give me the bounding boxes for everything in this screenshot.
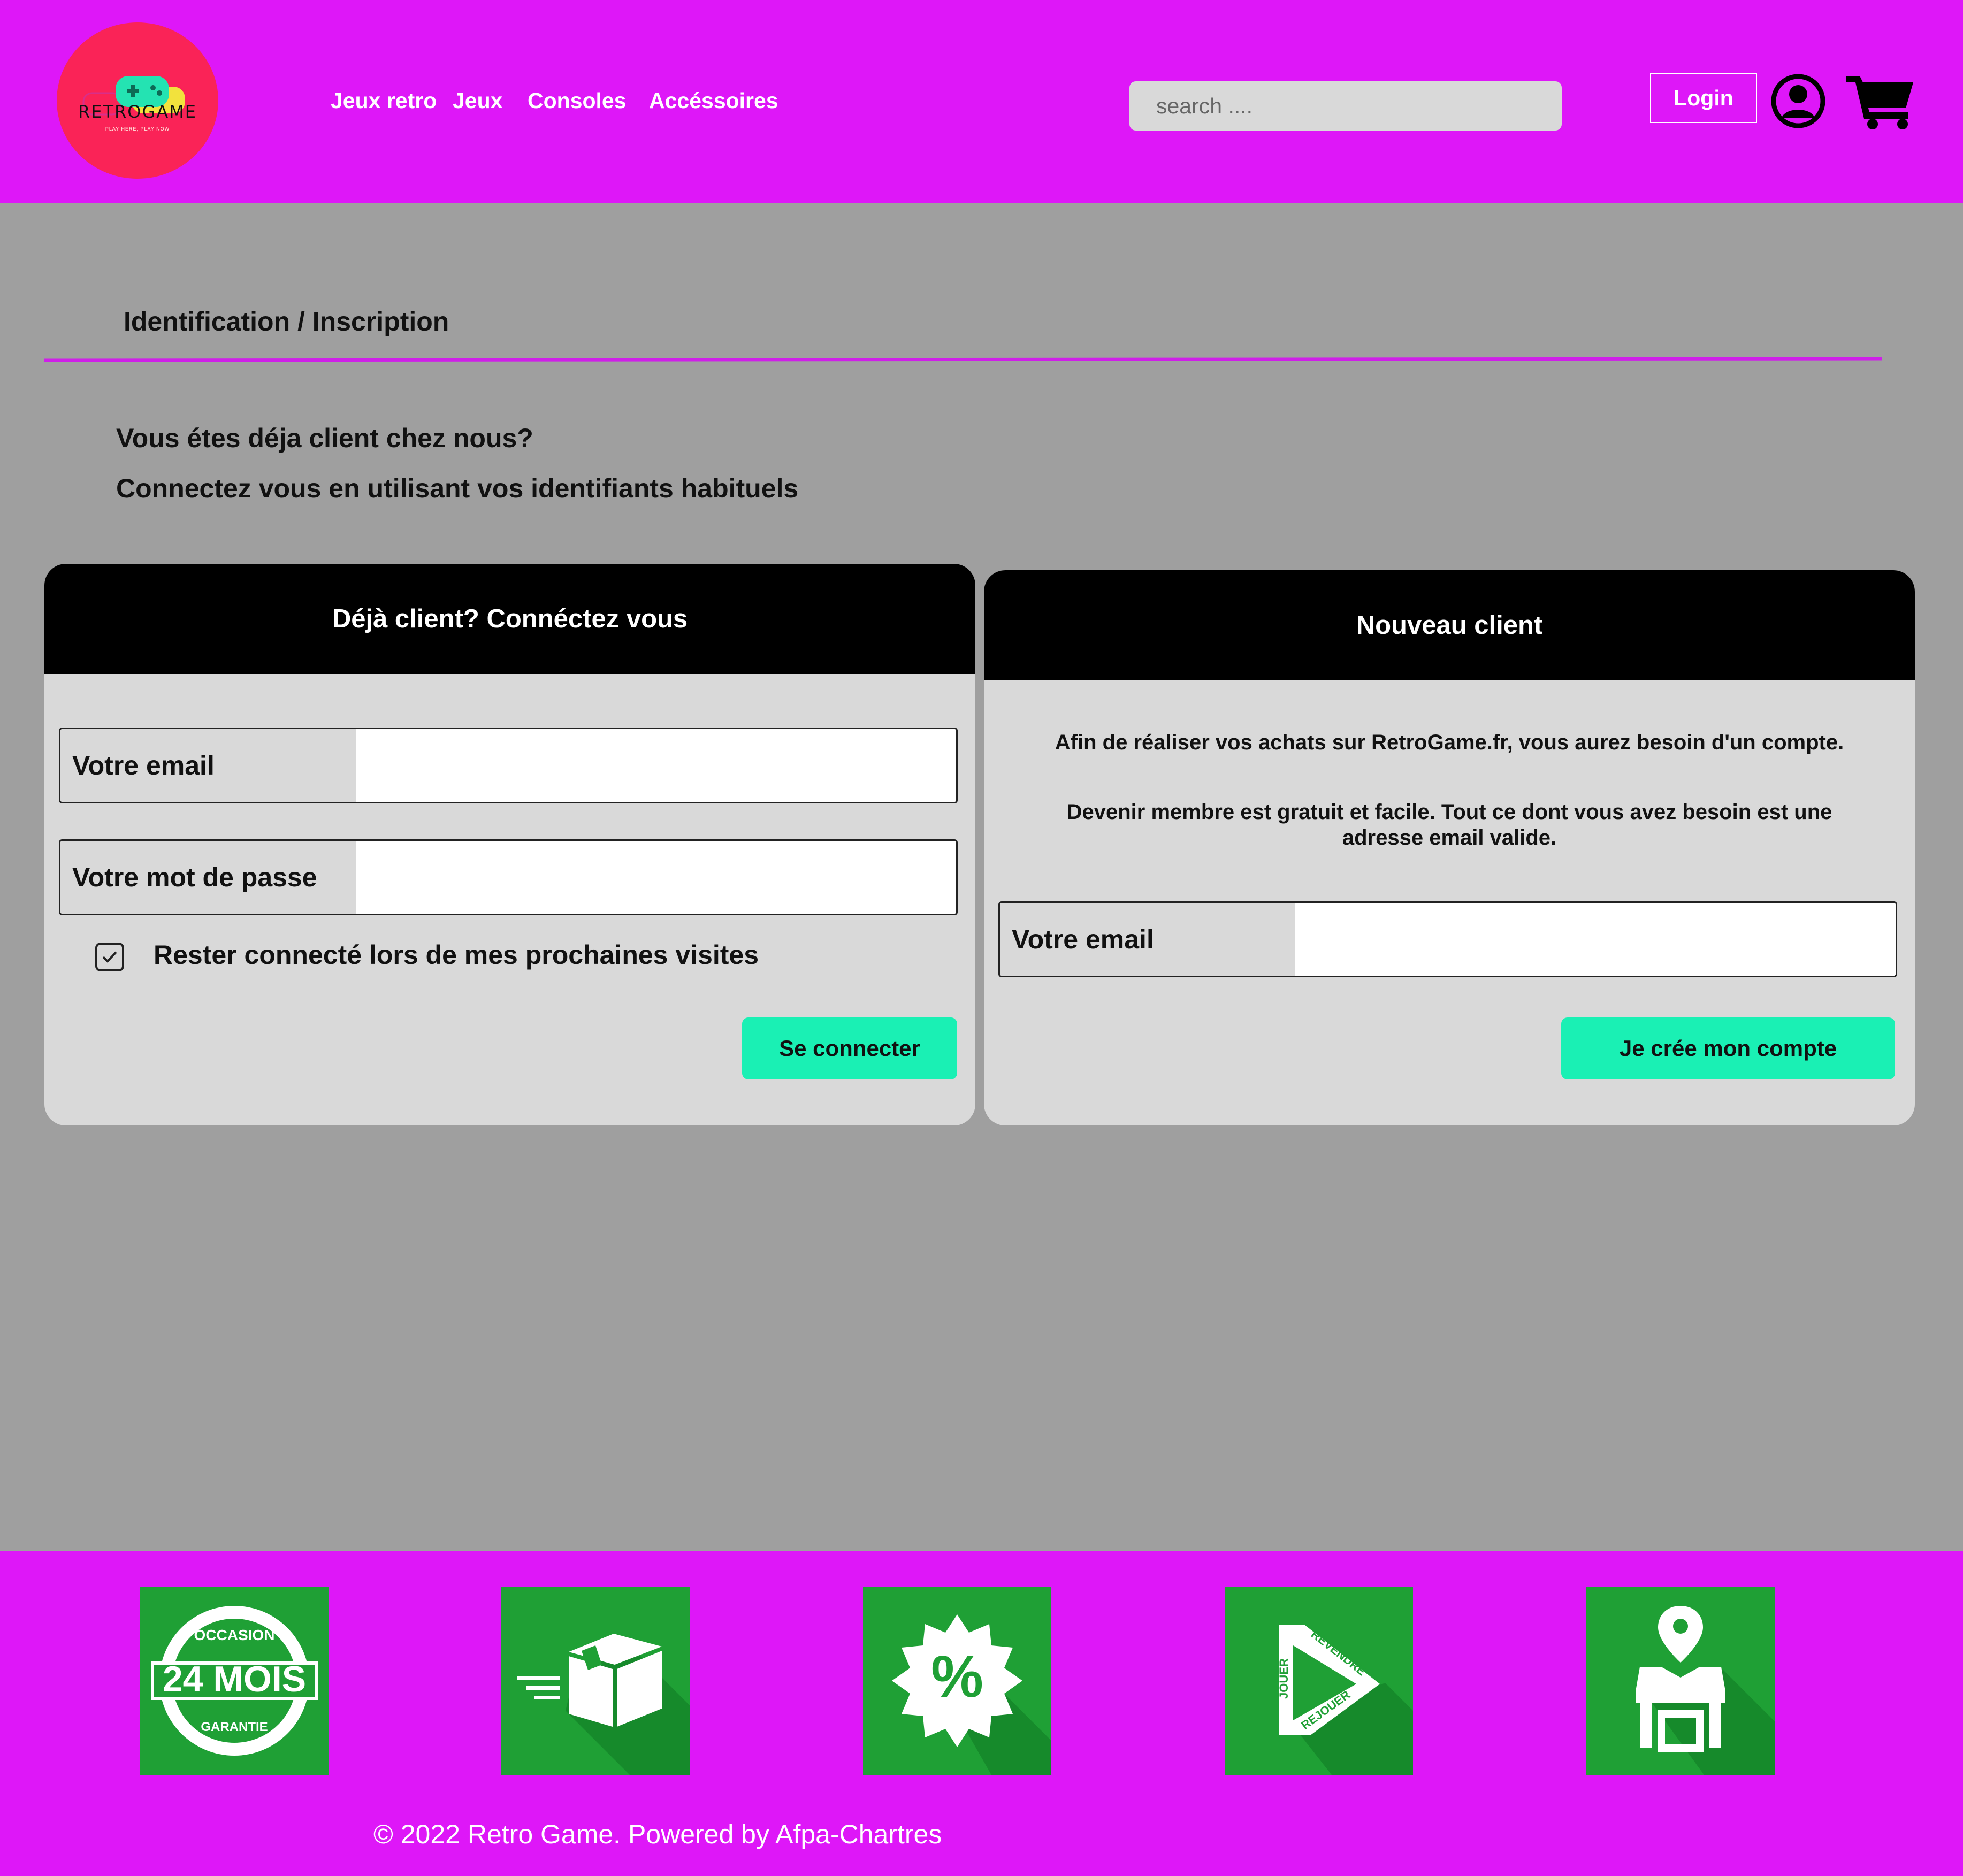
check-icon xyxy=(102,951,117,963)
discount-percent-icon: % xyxy=(863,1587,1051,1775)
shopping-cart-icon[interactable] xyxy=(1845,71,1916,131)
login-button[interactable]: Login xyxy=(1650,73,1757,123)
svg-text:%: % xyxy=(931,1644,983,1710)
search-input[interactable] xyxy=(1129,81,1562,131)
play-resell-replay-icon: JOUER REVENDRE REJOUER xyxy=(1225,1587,1413,1775)
login-panel-heading: Déjà client? Connéctez vous xyxy=(44,564,975,674)
login-submit-button[interactable]: Se connecter xyxy=(742,1017,957,1079)
register-email-field: Votre email xyxy=(998,901,1897,977)
login-email-input[interactable] xyxy=(356,729,956,802)
register-panel-heading: Nouveau client xyxy=(984,570,1915,680)
title-divider xyxy=(43,357,1883,362)
login-email-field: Votre email xyxy=(59,728,958,803)
badge-24-bottom: GARANTIE xyxy=(201,1720,268,1734)
login-panel: Déjà client? Connéctez vous Votre email … xyxy=(44,564,975,1125)
retrogame-logo[interactable]: RETROGAME PLAY HERE, PLAY NOW xyxy=(57,22,218,179)
register-info-text: Afin de réaliser vos achats sur RetroGam… xyxy=(1055,731,1844,754)
remember-me-label[interactable]: Rester connecté lors de mes prochaines v… xyxy=(154,939,759,970)
login-password-input[interactable] xyxy=(356,841,956,914)
badge-loop-a: JOUER xyxy=(1277,1658,1290,1699)
login-password-field: Votre mot de passe xyxy=(59,839,958,915)
register-panel: Nouveau client Afin de réaliser vos acha… xyxy=(984,570,1915,1125)
copyright-text: © 2022 Retro Game. Powered by Afpa-Chart… xyxy=(373,1819,942,1849)
logo-tagline: PLAY HERE, PLAY NOW xyxy=(105,126,170,132)
nav-jeux-retro[interactable]: Jeux retro xyxy=(331,86,437,116)
register-info-line2: adresse email valide. xyxy=(1342,826,1557,849)
badge-24-top: OCCASION xyxy=(194,1627,275,1643)
guarantee-24-months-icon: 24 MOIS OCCASION GARANTIE xyxy=(140,1587,329,1775)
nav-consoles[interactable]: Consoles xyxy=(528,86,627,116)
register-email-input[interactable] xyxy=(1295,903,1896,976)
login-email-label: Votre email xyxy=(60,729,356,802)
fast-delivery-box-icon xyxy=(501,1587,690,1775)
create-account-button[interactable]: Je crée mon compte xyxy=(1561,1017,1895,1079)
intro-question: Vous étes déja client chez nous? xyxy=(116,423,533,453)
login-password-label: Votre mot de passe xyxy=(60,841,356,914)
intro-instructions: Connectez vous en utilisant vos identifi… xyxy=(116,473,799,503)
register-info-line1: Devenir membre est gratuit et facile. To… xyxy=(1066,800,1832,824)
logo-name: RETROGAME xyxy=(78,102,197,122)
register-email-label: Votre email xyxy=(1000,903,1295,976)
nav-jeux[interactable]: Jeux xyxy=(453,86,502,116)
badge-24-main: 24 MOIS xyxy=(163,1659,306,1699)
user-circle-icon[interactable] xyxy=(1770,73,1827,129)
store-location-icon xyxy=(1586,1587,1775,1775)
nav-accessoires[interactable]: Accéssoires xyxy=(649,86,778,116)
remember-me-checkbox[interactable] xyxy=(95,943,124,971)
page-title: Identification / Inscription xyxy=(124,307,449,336)
